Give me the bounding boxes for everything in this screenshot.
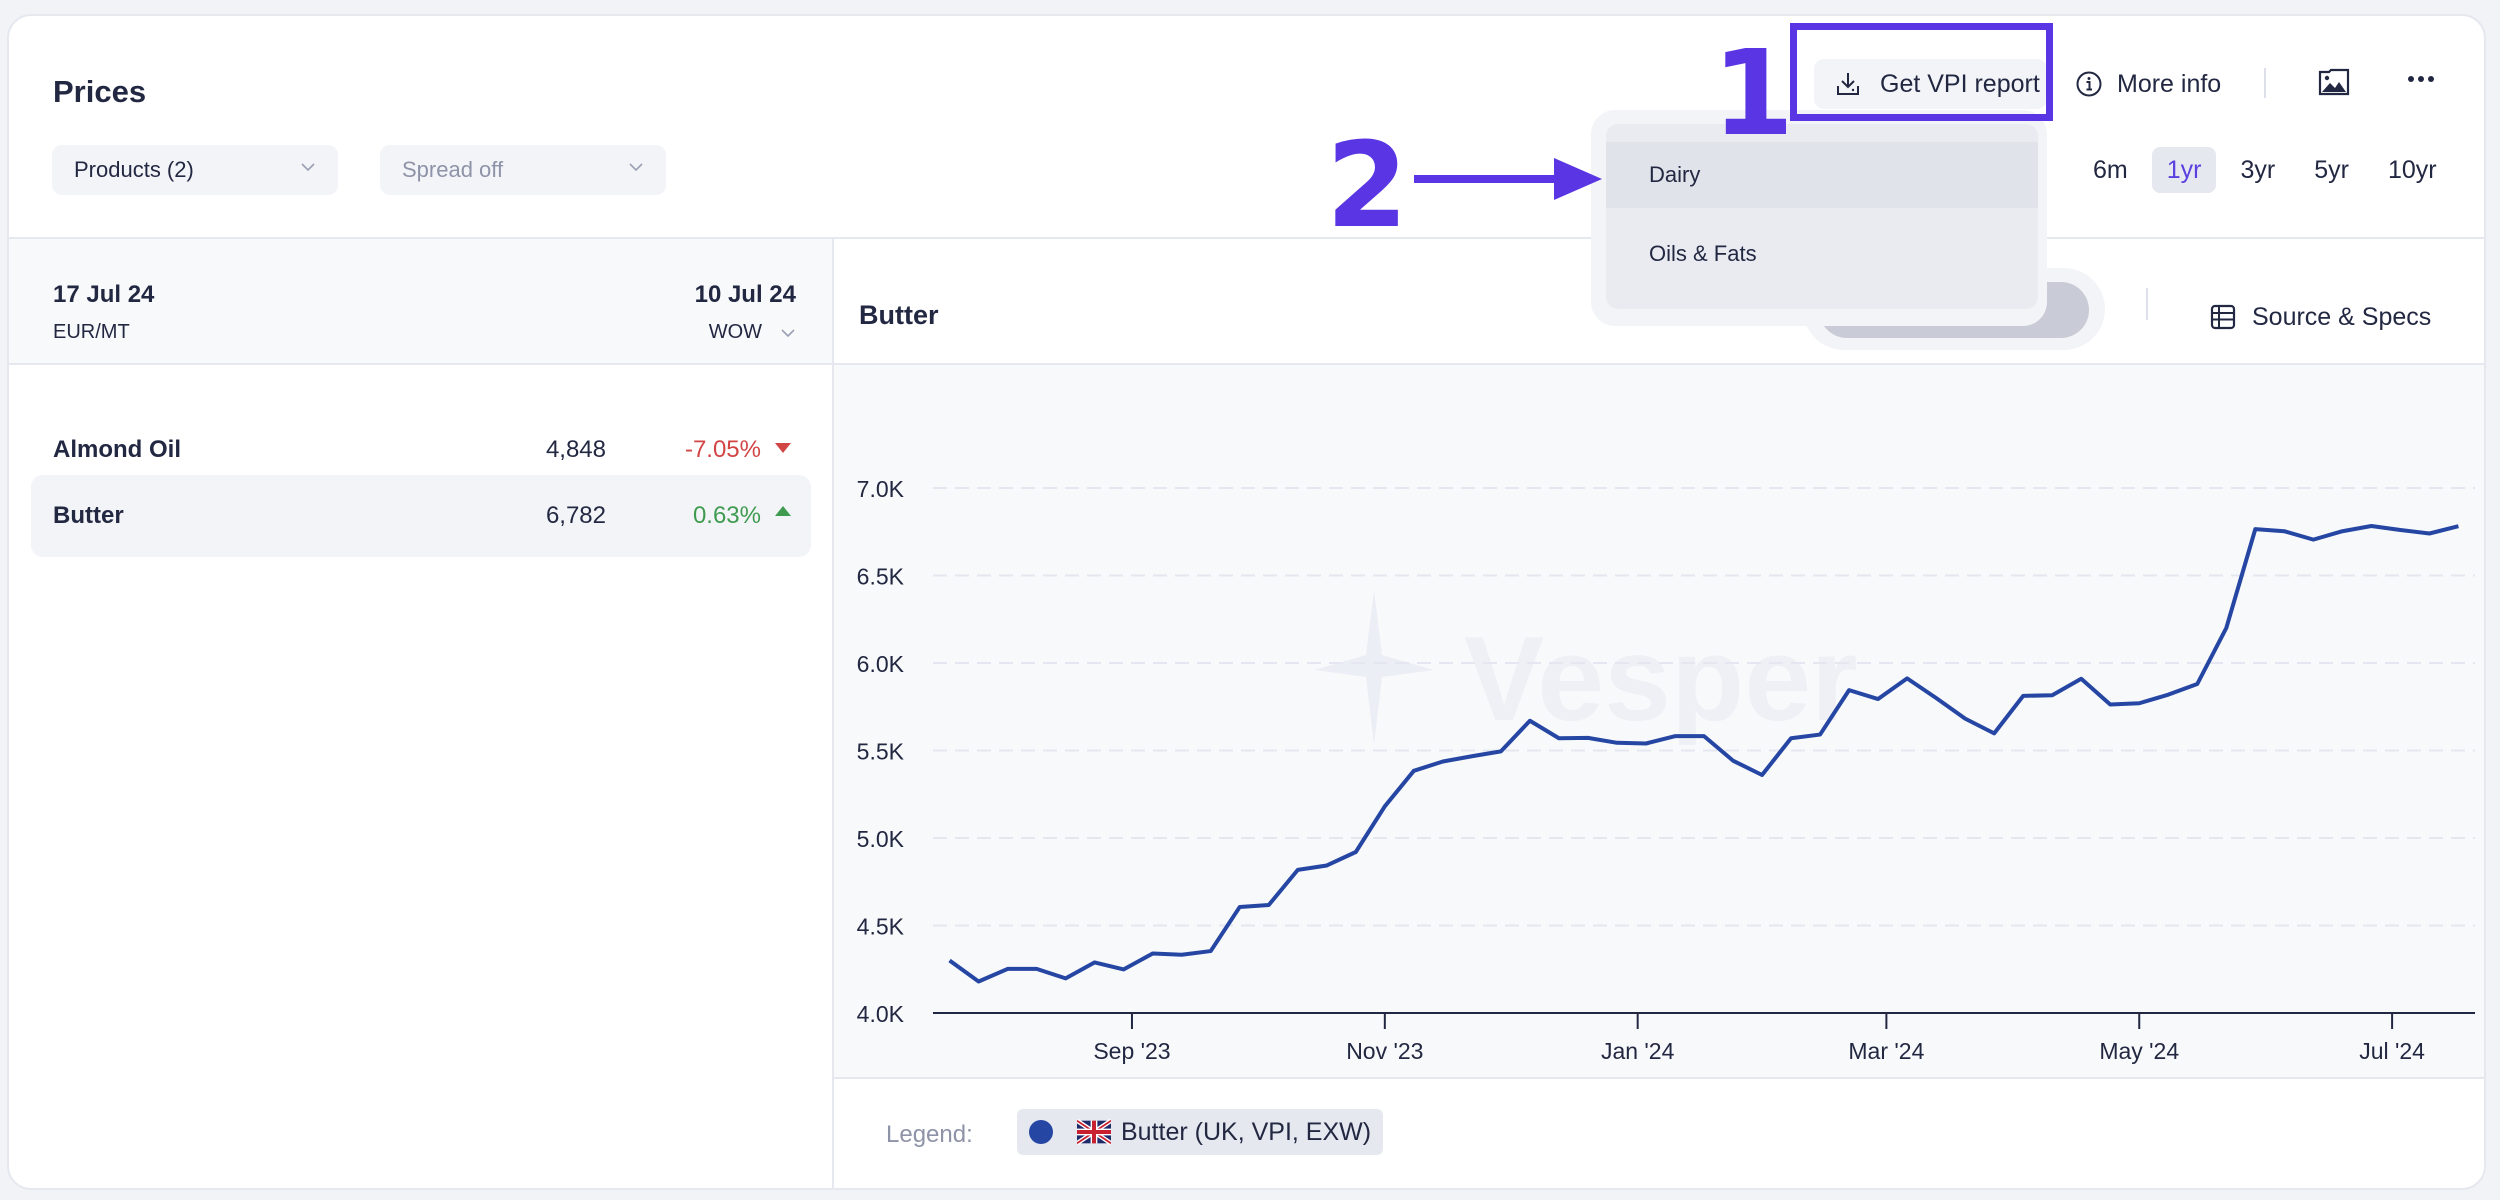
x-tick-label: Jan '24: [1601, 1038, 1675, 1064]
image-icon: [2318, 68, 2350, 96]
annotation-step-1: 1: [1712, 24, 1795, 162]
prices-card: Prices Products (2) Spread off Get VPI r…: [7, 14, 2486, 1190]
annotation-highlight-box: [1790, 23, 2053, 121]
more-options-button[interactable]: [2407, 72, 2435, 91]
x-tick-label: Nov '23: [1346, 1038, 1423, 1064]
range-tab-6m[interactable]: 6m: [2078, 147, 2143, 193]
legend-label: Legend:: [886, 1121, 973, 1148]
report-menu: Dairy Oils & Fats: [1606, 124, 2038, 309]
product-name: Almond Oil: [53, 436, 181, 463]
spread-dropdown[interactable]: Spread off: [380, 145, 666, 195]
export-image-button[interactable]: [2318, 68, 2350, 101]
compare-mode-dropdown[interactable]: WOW: [709, 321, 796, 344]
more-icon: [2408, 76, 2434, 82]
unit-label: EUR/MT: [53, 321, 130, 343]
info-icon: [2076, 71, 2102, 97]
source-specs-button[interactable]: Source & Specs: [2210, 299, 2431, 335]
more-info-button[interactable]: More info: [2075, 66, 2221, 102]
legend-entry-label: Butter (UK, VPI, EXW): [1121, 1117, 1372, 1146]
x-tick-label: May '24: [2099, 1038, 2179, 1064]
annotation-arrow-icon: [1414, 158, 1602, 200]
chevron-down-icon: [629, 163, 643, 172]
compare-date: 10 Jul 24: [694, 281, 796, 308]
x-tick-label: Sep '23: [1093, 1038, 1170, 1064]
product-name: Butter: [53, 502, 124, 529]
y-tick-label: 5.5K: [857, 739, 905, 765]
current-date: 17 Jul 24: [53, 281, 155, 308]
y-tick-label: 7.0K: [857, 476, 905, 502]
more-info-label: More info: [2117, 69, 2222, 98]
series-line: [948, 523, 2459, 984]
legend-area: Legend: Butter (UK, VPI, EXW): [834, 1079, 2484, 1188]
left-panel-header: 17 Jul 24 EUR/MT 10 Jul 24 WOW: [9, 239, 834, 365]
menu-item-dairy[interactable]: Dairy: [1606, 142, 2038, 208]
y-tick-label: 4.5K: [857, 914, 905, 940]
chevron-down-icon: [781, 328, 795, 337]
price-chart: Vesper 4.0K 4.5K 5.0K 5.5K 6.0K 6.5K 7.0K Sep '…: [857, 476, 2475, 1064]
legend-item-butter[interactable]: Butter (UK, VPI, EXW): [1017, 1109, 1384, 1155]
table-icon: [2210, 304, 2236, 330]
chart-area: Vesper 4.0K 4.5K 5.0K 5.5K 6.0K 6.5K 7.0K Sep '…: [834, 365, 2484, 1079]
range-tab-3yr[interactable]: 3yr: [2225, 147, 2290, 193]
chart-header-divider: [2146, 288, 2148, 320]
range-tab-10yr[interactable]: 10yr: [2373, 147, 2452, 193]
range-tab-5yr[interactable]: 5yr: [2299, 147, 2364, 193]
source-specs-label: Source & Specs: [2252, 302, 2432, 331]
watermark-logo-icon: [1314, 590, 1434, 745]
product-change: -7.05%: [684, 436, 761, 463]
legend-color-dot: [1029, 1120, 1053, 1144]
x-tick-label: Mar '24: [1848, 1038, 1924, 1064]
y-tick-label: 5.0K: [857, 826, 905, 852]
product-change: 0.63%: [692, 502, 761, 529]
menu-item-oils-fats[interactable]: Oils & Fats: [1606, 221, 2038, 287]
spread-dropdown-label: Spread off: [402, 157, 504, 182]
y-tick-label: 6.0K: [857, 651, 905, 677]
x-tick-label: Jul '24: [2359, 1038, 2425, 1064]
header-divider: [2264, 68, 2266, 98]
page-title: Prices: [53, 74, 147, 109]
annotation-step-2: 2: [1326, 116, 1409, 254]
range-tabs: 6m 1yr 3yr 5yr 10yr: [2069, 147, 2452, 193]
y-tick-label: 6.5K: [857, 564, 905, 590]
product-value: 4,848: [545, 436, 606, 463]
products-dropdown[interactable]: Products (2): [52, 145, 338, 195]
compare-mode-label: WOW: [708, 321, 762, 343]
y-tick-label: 4.0K: [857, 1001, 905, 1027]
chart-title: Butter: [859, 300, 939, 330]
down-arrow-icon: [775, 443, 791, 453]
watermark: Vesper: [1314, 590, 1858, 746]
chevron-down-icon: [301, 163, 315, 172]
uk-flag-icon: [1077, 1119, 1111, 1145]
up-arrow-icon: [775, 506, 791, 516]
product-value: 6,782: [545, 502, 606, 529]
product-row-butter[interactable]: Butter 6,782 0.63%: [31, 475, 811, 557]
products-dropdown-label: Products (2): [74, 157, 194, 182]
range-tab-1yr[interactable]: 1yr: [2151, 147, 2217, 193]
